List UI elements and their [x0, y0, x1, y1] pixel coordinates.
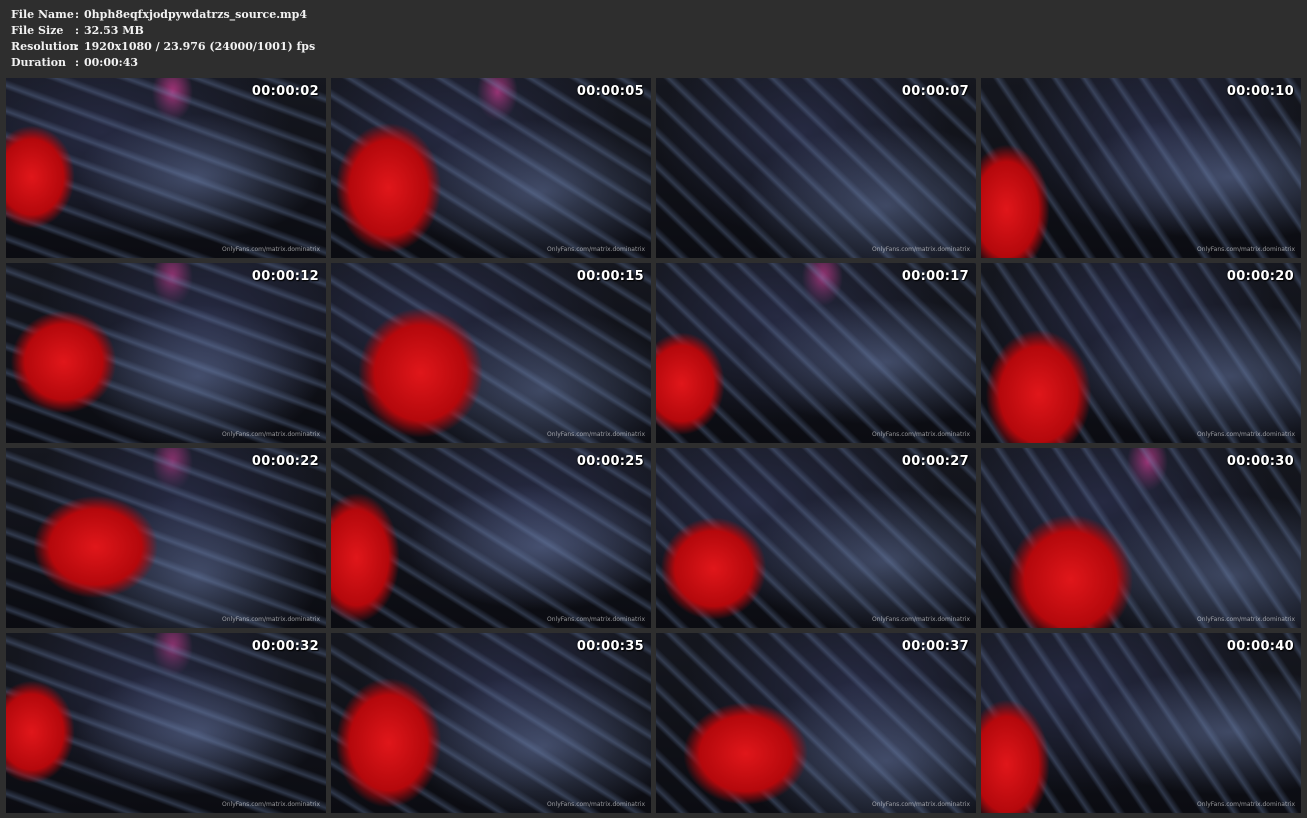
thumbnail-frame-image	[331, 633, 651, 813]
thumbnail-frame-image	[656, 78, 976, 258]
file-name-row: File Name : 0hph8eqfxjodpywdatrzs_source…	[11, 7, 315, 23]
timestamp-label: 00:00:22	[251, 454, 319, 469]
thumbnail-frame-image	[331, 263, 651, 443]
thumbnail-frame-image	[981, 633, 1301, 813]
watermark-text: OnlyFans.com/matrix.dominatrix	[872, 431, 970, 438]
thumbnail-frame-image	[331, 78, 651, 258]
thumbnail-frame-image	[981, 78, 1301, 258]
watermark-text: OnlyFans.com/matrix.dominatrix	[222, 431, 320, 438]
video-thumbnail: 00:00:35 OnlyFans.com/matrix.dominatrix	[331, 633, 651, 813]
timestamp-label: 00:00:02	[251, 84, 319, 99]
video-thumbnail: 00:00:22 OnlyFans.com/matrix.dominatrix	[6, 448, 326, 628]
thumbnail-frame-image	[6, 633, 326, 813]
timestamp-label: 00:00:07	[901, 84, 969, 99]
timestamp-label: 00:00:35	[576, 639, 644, 654]
timestamp-label: 00:00:27	[901, 454, 969, 469]
watermark-text: OnlyFans.com/matrix.dominatrix	[547, 246, 645, 253]
duration-label: Duration	[11, 56, 67, 69]
file-info-panel: File Name : 0hph8eqfxjodpywdatrzs_source…	[11, 7, 315, 71]
timestamp-label: 00:00:40	[1226, 639, 1294, 654]
timestamp-label: 00:00:37	[901, 639, 969, 654]
duration-value: 00:00:43	[84, 56, 139, 69]
video-thumbnail: 00:00:02 OnlyFans.com/matrix.dominatrix	[6, 78, 326, 258]
watermark-text: OnlyFans.com/matrix.dominatrix	[547, 801, 645, 808]
video-thumbnail: 00:00:20 OnlyFans.com/matrix.dominatrix	[981, 263, 1301, 443]
timestamp-label: 00:00:17	[901, 269, 969, 284]
timestamp-label: 00:00:10	[1226, 84, 1294, 99]
watermark-text: OnlyFans.com/matrix.dominatrix	[222, 616, 320, 623]
watermark-text: OnlyFans.com/matrix.dominatrix	[222, 246, 320, 253]
file-size-label: File Size	[11, 24, 64, 37]
separator: :	[75, 24, 80, 37]
video-thumbnail: 00:00:15 OnlyFans.com/matrix.dominatrix	[331, 263, 651, 443]
video-thumbnail: 00:00:25 OnlyFans.com/matrix.dominatrix	[331, 448, 651, 628]
resolution-row: Resolution : 1920x1080 / 23.976 (24000/1…	[11, 39, 315, 55]
separator: :	[75, 56, 80, 69]
timestamp-label: 00:00:12	[251, 269, 319, 284]
watermark-text: OnlyFans.com/matrix.dominatrix	[1197, 801, 1295, 808]
timestamp-label: 00:00:05	[576, 84, 644, 99]
resolution-label: Resolution	[11, 40, 78, 53]
video-thumbnail: 00:00:07 OnlyFans.com/matrix.dominatrix	[656, 78, 976, 258]
video-thumbnail: 00:00:40 OnlyFans.com/matrix.dominatrix	[981, 633, 1301, 813]
thumbnail-frame-image	[6, 263, 326, 443]
thumbnail-frame-image	[981, 448, 1301, 628]
thumbnail-frame-image	[331, 448, 651, 628]
timestamp-label: 00:00:30	[1226, 454, 1294, 469]
file-size-value: 32.53 MB	[84, 24, 144, 37]
video-thumbnail: 00:00:05 OnlyFans.com/matrix.dominatrix	[331, 78, 651, 258]
watermark-text: OnlyFans.com/matrix.dominatrix	[1197, 616, 1295, 623]
watermark-text: OnlyFans.com/matrix.dominatrix	[547, 616, 645, 623]
video-thumbnail: 00:00:30 OnlyFans.com/matrix.dominatrix	[981, 448, 1301, 628]
watermark-text: OnlyFans.com/matrix.dominatrix	[872, 246, 970, 253]
watermark-text: OnlyFans.com/matrix.dominatrix	[222, 801, 320, 808]
watermark-text: OnlyFans.com/matrix.dominatrix	[547, 431, 645, 438]
file-size-row: File Size : 32.53 MB	[11, 23, 315, 39]
video-thumbnail: 00:00:12 OnlyFans.com/matrix.dominatrix	[6, 263, 326, 443]
watermark-text: OnlyFans.com/matrix.dominatrix	[872, 801, 970, 808]
video-thumbnail: 00:00:32 OnlyFans.com/matrix.dominatrix	[6, 633, 326, 813]
file-name-label: File Name	[11, 8, 74, 21]
thumbnail-frame-image	[656, 263, 976, 443]
timestamp-label: 00:00:20	[1226, 269, 1294, 284]
timestamp-label: 00:00:15	[576, 269, 644, 284]
watermark-text: OnlyFans.com/matrix.dominatrix	[1197, 431, 1295, 438]
thumbnail-frame-image	[6, 78, 326, 258]
separator: :	[75, 40, 80, 53]
timestamp-label: 00:00:25	[576, 454, 644, 469]
thumbnail-grid: 00:00:02 OnlyFans.com/matrix.dominatrix 00…	[6, 78, 1301, 813]
file-name-value: 0hph8eqfxjodpywdatrzs_source.mp4	[84, 8, 308, 21]
timestamp-label: 00:00:32	[251, 639, 319, 654]
watermark-text: OnlyFans.com/matrix.dominatrix	[872, 616, 970, 623]
watermark-text: OnlyFans.com/matrix.dominatrix	[1197, 246, 1295, 253]
video-thumbnail: 00:00:37 OnlyFans.com/matrix.dominatrix	[656, 633, 976, 813]
duration-row: Duration : 00:00:43	[11, 55, 315, 71]
video-thumbnail: 00:00:27 OnlyFans.com/matrix.dominatrix	[656, 448, 976, 628]
thumbnail-frame-image	[656, 448, 976, 628]
video-thumbnail: 00:00:10 OnlyFans.com/matrix.dominatrix	[981, 78, 1301, 258]
thumbnail-frame-image	[6, 448, 326, 628]
thumbnail-frame-image	[981, 263, 1301, 443]
video-thumbnail: 00:00:17 OnlyFans.com/matrix.dominatrix	[656, 263, 976, 443]
thumbnail-frame-image	[656, 633, 976, 813]
separator: :	[75, 8, 80, 21]
resolution-value: 1920x1080 / 23.976 (24000/1001) fps	[84, 40, 316, 53]
